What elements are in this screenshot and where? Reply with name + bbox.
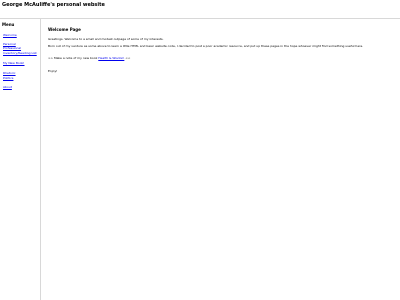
book-notice-suffix: << [125, 56, 131, 60]
sidebar-menu: Menu Welcome Personal Professional Inven… [0, 19, 41, 300]
page: George McAuliffe's personal website Menu… [0, 0, 400, 300]
menu-heading: Menu [2, 22, 15, 27]
site-title: George McAuliffe's personal website [2, 2, 105, 8]
main-content: Welcome Page Greetings. Welcome to a sma… [41, 19, 400, 300]
page-heading: Welcome Page [48, 27, 81, 32]
menu-link-politics[interactable]: Politics [3, 76, 13, 80]
menu-link-rhetoric[interactable]: Rhetoric [3, 71, 16, 75]
menu-link-professional[interactable]: Professional [3, 46, 21, 50]
signoff-text: Enjoy! [48, 69, 58, 73]
menu-link-about[interactable]: About [3, 85, 12, 89]
book-notice-prefix: >> Make a note of my new book [48, 56, 98, 60]
menu-link-inventory-reading-list[interactable]: Inventory/Reading List [3, 51, 37, 55]
site-header: George McAuliffe's personal website [0, 0, 400, 19]
book-notice: >> Make a note of my new book Health & W… [48, 56, 130, 60]
menu-link-welcome[interactable]: Welcome [3, 33, 17, 37]
menu-link-my-new-book[interactable]: My New Book! [3, 61, 24, 65]
book-link[interactable]: Health & Wisdom [98, 56, 124, 60]
greeting-text: Greetings. Welcome to a small and modest… [48, 37, 164, 41]
intro-text: Born out of my venture as some above to … [48, 44, 364, 48]
